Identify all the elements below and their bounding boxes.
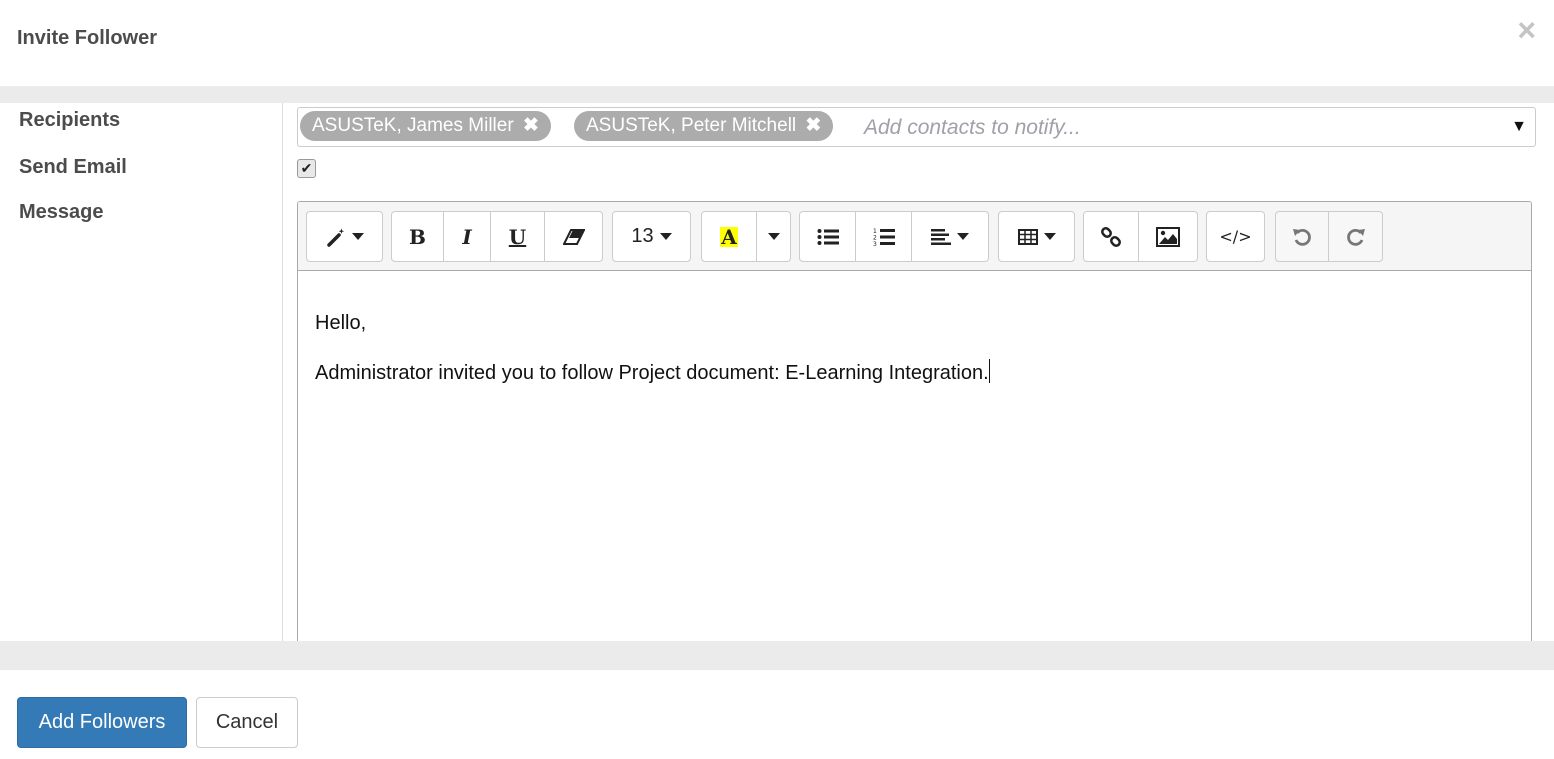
caret-icon [957, 233, 969, 240]
font-size-group: 13 [612, 211, 691, 262]
image-button[interactable] [1139, 211, 1198, 262]
redo-button[interactable] [1329, 211, 1383, 262]
message-editor: B I U 13 A 1 2 3 </> Hello, Administrato… [297, 201, 1532, 700]
dropdown-caret-icon[interactable]: ▼ [1511, 118, 1527, 136]
close-icon[interactable]: × [1517, 14, 1536, 46]
table-group [998, 211, 1075, 262]
color-dropdown-button[interactable] [757, 211, 791, 262]
recipient-tag: ASUSTeK, Peter Mitchell ✖ [574, 111, 834, 141]
ordered-list-button[interactable]: 123 [856, 211, 912, 262]
font-size-button[interactable]: 13 [612, 211, 691, 262]
label-column: Recipients Send Email Message [0, 103, 283, 641]
dialog-footer: Add Followers Cancel [0, 670, 1554, 759]
magic-wand-icon [326, 227, 344, 247]
caret-icon [1043, 233, 1056, 240]
table-icon [1017, 228, 1038, 245]
clear-format-button[interactable] [545, 211, 603, 262]
greeting-text: Hello, [315, 312, 367, 334]
svg-text:3: 3 [873, 241, 877, 247]
send-email-label: Send Email [19, 156, 127, 178]
dialog-title: Invite Follower [17, 27, 158, 49]
message-body-text: Administrator invited you to follow Proj… [315, 359, 990, 385]
font-size-value: 13 [631, 225, 654, 247]
dialog-body: Recipients Send Email Message ASUSTeK, J… [0, 103, 1554, 700]
text-cursor [988, 359, 990, 383]
font-style-group: B I U [391, 211, 603, 262]
bold-button[interactable]: B [391, 211, 444, 262]
recipients-label: Recipients [19, 109, 121, 131]
editor-content[interactable]: Hello, Administrator invited you to foll… [315, 312, 990, 409]
style-button[interactable] [306, 211, 383, 262]
header-divider [0, 86, 1554, 103]
code-view-button[interactable]: </> [1206, 211, 1265, 262]
remove-tag-icon[interactable]: ✖ [805, 115, 821, 136]
history-group [1275, 211, 1383, 262]
send-email-checkbox[interactable]: ✔ [297, 159, 316, 178]
image-icon [1156, 226, 1180, 247]
recipient-tag-label: ASUSTeK, James Miller [312, 115, 514, 136]
link-icon [1101, 226, 1121, 247]
link-button[interactable] [1083, 211, 1139, 262]
insert-group [1083, 211, 1198, 262]
codeview-group: </> [1206, 211, 1265, 262]
editor-toolbar: B I U 13 A 1 2 3 </> [298, 202, 1531, 271]
undo-button[interactable] [1275, 211, 1329, 262]
add-followers-button[interactable]: Add Followers [17, 697, 187, 748]
undo-icon [1293, 228, 1311, 246]
remove-tag-icon[interactable]: ✖ [523, 115, 539, 136]
cancel-button[interactable]: Cancel [196, 697, 298, 748]
caret-icon [351, 233, 364, 240]
footer-divider [0, 641, 1554, 670]
style-group [306, 211, 383, 262]
unordered-list-button[interactable] [799, 211, 856, 262]
align-button[interactable] [912, 211, 989, 262]
unordered-list-icon [817, 228, 839, 245]
recipient-tag: ASUSTeK, James Miller ✖ [300, 111, 551, 141]
color-group: A [701, 211, 791, 262]
paragraph-group: 123 [799, 211, 989, 262]
text-color-button[interactable]: A [701, 211, 757, 262]
redo-icon [1346, 228, 1365, 246]
recipient-tag-label: ASUSTeK, Peter Mitchell [586, 115, 797, 136]
highlight-letter-icon: A [720, 224, 738, 249]
message-label: Message [19, 201, 104, 223]
dialog-header: Invite Follower × [0, 0, 1554, 86]
caret-icon [767, 233, 780, 240]
message-body: Administrator invited you to follow Proj… [315, 362, 989, 384]
italic-button[interactable]: I [444, 211, 491, 262]
recipients-placeholder[interactable]: Add contacts to notify... [864, 116, 1081, 140]
recipients-input[interactable]: ASUSTeK, James Miller ✖ ASUSTeK, Peter M… [297, 107, 1536, 147]
caret-icon [659, 233, 672, 240]
eraser-icon [562, 228, 585, 245]
table-button[interactable] [998, 211, 1075, 262]
align-left-icon [931, 228, 951, 245]
ordered-list-icon: 123 [873, 228, 895, 247]
underline-button[interactable]: U [491, 211, 545, 262]
